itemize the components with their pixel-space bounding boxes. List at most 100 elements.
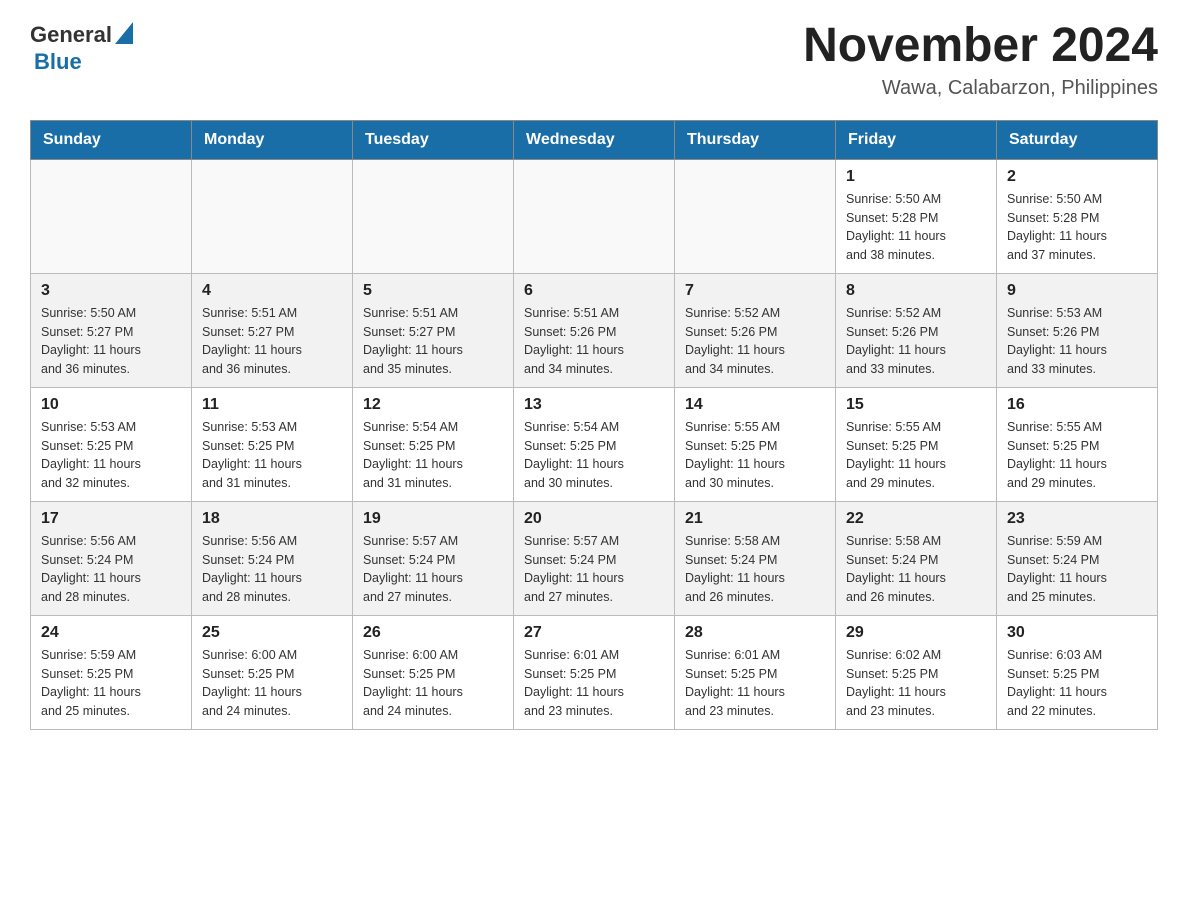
col-sunday: Sunday xyxy=(31,120,192,159)
day-number: 19 xyxy=(363,510,503,528)
table-row: 28 Sunrise: 6:01 AMSunset: 5:25 PMDayligh… xyxy=(675,615,836,729)
day-info: Sunrise: 5:57 AMSunset: 5:24 PMDaylight:… xyxy=(524,532,664,607)
calendar-header-row: Sunday Monday Tuesday Wednesday Thursday… xyxy=(31,120,1158,159)
day-number: 2 xyxy=(1007,168,1147,186)
day-info: Sunrise: 6:02 AMSunset: 5:25 PMDaylight:… xyxy=(846,646,986,721)
day-info: Sunrise: 5:52 AMSunset: 5:26 PMDaylight:… xyxy=(846,304,986,379)
day-number: 27 xyxy=(524,624,664,642)
page-header: General Blue November 2024 Wawa, Calabar… xyxy=(30,20,1158,100)
day-number: 22 xyxy=(846,510,986,528)
col-tuesday: Tuesday xyxy=(353,120,514,159)
day-number: 24 xyxy=(41,624,181,642)
calendar-week-row: 17Sunrise: 5:56 AMSunset: 5:24 PMDayligh… xyxy=(31,501,1158,615)
table-row: 15 Sunrise: 5:55 AMSunset: 5:25 PMDayligh… xyxy=(836,387,997,501)
day-number: 6 xyxy=(524,282,664,300)
day-info: Sunrise: 6:00 AMSunset: 5:25 PMDaylight:… xyxy=(202,646,342,721)
logo: General Blue xyxy=(30,20,133,75)
day-number: 15 xyxy=(846,396,986,414)
table-row: 8 Sunrise: 5:52 AMSunset: 5:26 PMDaylight… xyxy=(836,273,997,387)
table-row: 6 Sunrise: 5:51 AMSunset: 5:26 PMDaylight… xyxy=(514,273,675,387)
day-number: 12 xyxy=(363,396,503,414)
table-row: 5 Sunrise: 5:51 AMSunset: 5:27 PMDaylight… xyxy=(353,273,514,387)
day-info: Sunrise: 6:01 AMSunset: 5:25 PMDaylight:… xyxy=(524,646,664,721)
table-row xyxy=(192,159,353,273)
table-row: 10Sunrise: 5:53 AMSunset: 5:25 PMDayligh… xyxy=(31,387,192,501)
col-monday: Monday xyxy=(192,120,353,159)
col-friday: Friday xyxy=(836,120,997,159)
table-row: 4 Sunrise: 5:51 AMSunset: 5:27 PMDaylight… xyxy=(192,273,353,387)
table-row: 25 Sunrise: 6:00 AMSunset: 5:25 PMDayligh… xyxy=(192,615,353,729)
day-number: 16 xyxy=(1007,396,1147,414)
table-row: 13Sunrise: 5:54 AMSunset: 5:25 PMDayligh… xyxy=(514,387,675,501)
day-number: 23 xyxy=(1007,510,1147,528)
calendar-week-row: 10Sunrise: 5:53 AMSunset: 5:25 PMDayligh… xyxy=(31,387,1158,501)
day-number: 1 xyxy=(846,168,986,186)
table-row: 11 Sunrise: 5:53 AMSunset: 5:25 PMDayligh… xyxy=(192,387,353,501)
day-info: Sunrise: 5:50 AMSunset: 5:28 PMDaylight:… xyxy=(846,190,986,265)
logo-general-text: General xyxy=(30,22,112,48)
day-number: 13 xyxy=(524,396,664,414)
day-number: 30 xyxy=(1007,624,1147,642)
table-row: 21Sunrise: 5:58 AMSunset: 5:24 PMDayligh… xyxy=(675,501,836,615)
day-number: 26 xyxy=(363,624,503,642)
day-number: 14 xyxy=(685,396,825,414)
table-row: 17Sunrise: 5:56 AMSunset: 5:24 PMDayligh… xyxy=(31,501,192,615)
col-thursday: Thursday xyxy=(675,120,836,159)
table-row: 18Sunrise: 5:56 AMSunset: 5:24 PMDayligh… xyxy=(192,501,353,615)
day-info: Sunrise: 5:53 AMSunset: 5:25 PMDaylight:… xyxy=(202,418,342,493)
day-info: Sunrise: 5:50 AMSunset: 5:28 PMDaylight:… xyxy=(1007,190,1147,265)
table-row: 22 Sunrise: 5:58 AMSunset: 5:24 PMDayligh… xyxy=(836,501,997,615)
day-info: Sunrise: 5:55 AMSunset: 5:25 PMDaylight:… xyxy=(846,418,986,493)
day-number: 9 xyxy=(1007,282,1147,300)
table-row: 26 Sunrise: 6:00 AMSunset: 5:25 PMDayligh… xyxy=(353,615,514,729)
day-info: Sunrise: 5:51 AMSunset: 5:27 PMDaylight:… xyxy=(202,304,342,379)
day-info: Sunrise: 5:54 AMSunset: 5:25 PMDaylight:… xyxy=(363,418,503,493)
calendar-week-row: 3Sunrise: 5:50 AMSunset: 5:27 PMDaylight… xyxy=(31,273,1158,387)
day-number: 7 xyxy=(685,282,825,300)
day-info: Sunrise: 5:55 AMSunset: 5:25 PMDaylight:… xyxy=(1007,418,1147,493)
table-row: 19 Sunrise: 5:57 AMSunset: 5:24 PMDayligh… xyxy=(353,501,514,615)
day-info: Sunrise: 5:53 AMSunset: 5:25 PMDaylight:… xyxy=(41,418,181,493)
day-info: Sunrise: 5:58 AMSunset: 5:24 PMDaylight:… xyxy=(846,532,986,607)
calendar-table: Sunday Monday Tuesday Wednesday Thursday… xyxy=(30,120,1158,730)
day-info: Sunrise: 5:51 AMSunset: 5:27 PMDaylight:… xyxy=(363,304,503,379)
day-info: Sunrise: 5:58 AMSunset: 5:24 PMDaylight:… xyxy=(685,532,825,607)
table-row: 16 Sunrise: 5:55 AMSunset: 5:25 PMDayligh… xyxy=(997,387,1158,501)
table-row xyxy=(353,159,514,273)
day-info: Sunrise: 5:52 AMSunset: 5:26 PMDaylight:… xyxy=(685,304,825,379)
logo-triangle-icon xyxy=(115,22,133,44)
table-row: 23 Sunrise: 5:59 AMSunset: 5:24 PMDayligh… xyxy=(997,501,1158,615)
col-wednesday: Wednesday xyxy=(514,120,675,159)
day-number: 4 xyxy=(202,282,342,300)
table-row: 2 Sunrise: 5:50 AMSunset: 5:28 PMDaylight… xyxy=(997,159,1158,273)
day-number: 25 xyxy=(202,624,342,642)
day-info: Sunrise: 6:00 AMSunset: 5:25 PMDaylight:… xyxy=(363,646,503,721)
day-info: Sunrise: 5:57 AMSunset: 5:24 PMDaylight:… xyxy=(363,532,503,607)
table-row: 1 Sunrise: 5:50 AMSunset: 5:28 PMDaylight… xyxy=(836,159,997,273)
table-row: 27 Sunrise: 6:01 AMSunset: 5:25 PMDayligh… xyxy=(514,615,675,729)
table-row: 14Sunrise: 5:55 AMSunset: 5:25 PMDayligh… xyxy=(675,387,836,501)
table-row: 7 Sunrise: 5:52 AMSunset: 5:26 PMDaylight… xyxy=(675,273,836,387)
table-row xyxy=(675,159,836,273)
table-row: 3Sunrise: 5:50 AMSunset: 5:27 PMDaylight… xyxy=(31,273,192,387)
day-info: Sunrise: 6:03 AMSunset: 5:25 PMDaylight:… xyxy=(1007,646,1147,721)
calendar-week-row: 1 Sunrise: 5:50 AMSunset: 5:28 PMDaylight… xyxy=(31,159,1158,273)
day-number: 11 xyxy=(202,396,342,414)
day-number: 5 xyxy=(363,282,503,300)
day-info: Sunrise: 5:51 AMSunset: 5:26 PMDaylight:… xyxy=(524,304,664,379)
table-row: 24 Sunrise: 5:59 AMSunset: 5:25 PMDayligh… xyxy=(31,615,192,729)
day-number: 29 xyxy=(846,624,986,642)
day-number: 28 xyxy=(685,624,825,642)
table-row: 30 Sunrise: 6:03 AMSunset: 5:25 PMDayligh… xyxy=(997,615,1158,729)
calendar-subtitle: Wawa, Calabarzon, Philippines xyxy=(803,77,1158,100)
day-info: Sunrise: 6:01 AMSunset: 5:25 PMDaylight:… xyxy=(685,646,825,721)
day-info: Sunrise: 5:59 AMSunset: 5:25 PMDaylight:… xyxy=(41,646,181,721)
table-row: 29 Sunrise: 6:02 AMSunset: 5:25 PMDayligh… xyxy=(836,615,997,729)
day-info: Sunrise: 5:59 AMSunset: 5:24 PMDaylight:… xyxy=(1007,532,1147,607)
table-row xyxy=(514,159,675,273)
table-row: 9Sunrise: 5:53 AMSunset: 5:26 PMDaylight… xyxy=(997,273,1158,387)
logo-blue-text: Blue xyxy=(34,49,82,74)
day-number: 3 xyxy=(41,282,181,300)
calendar-week-row: 24 Sunrise: 5:59 AMSunset: 5:25 PMDayligh… xyxy=(31,615,1158,729)
day-number: 8 xyxy=(846,282,986,300)
